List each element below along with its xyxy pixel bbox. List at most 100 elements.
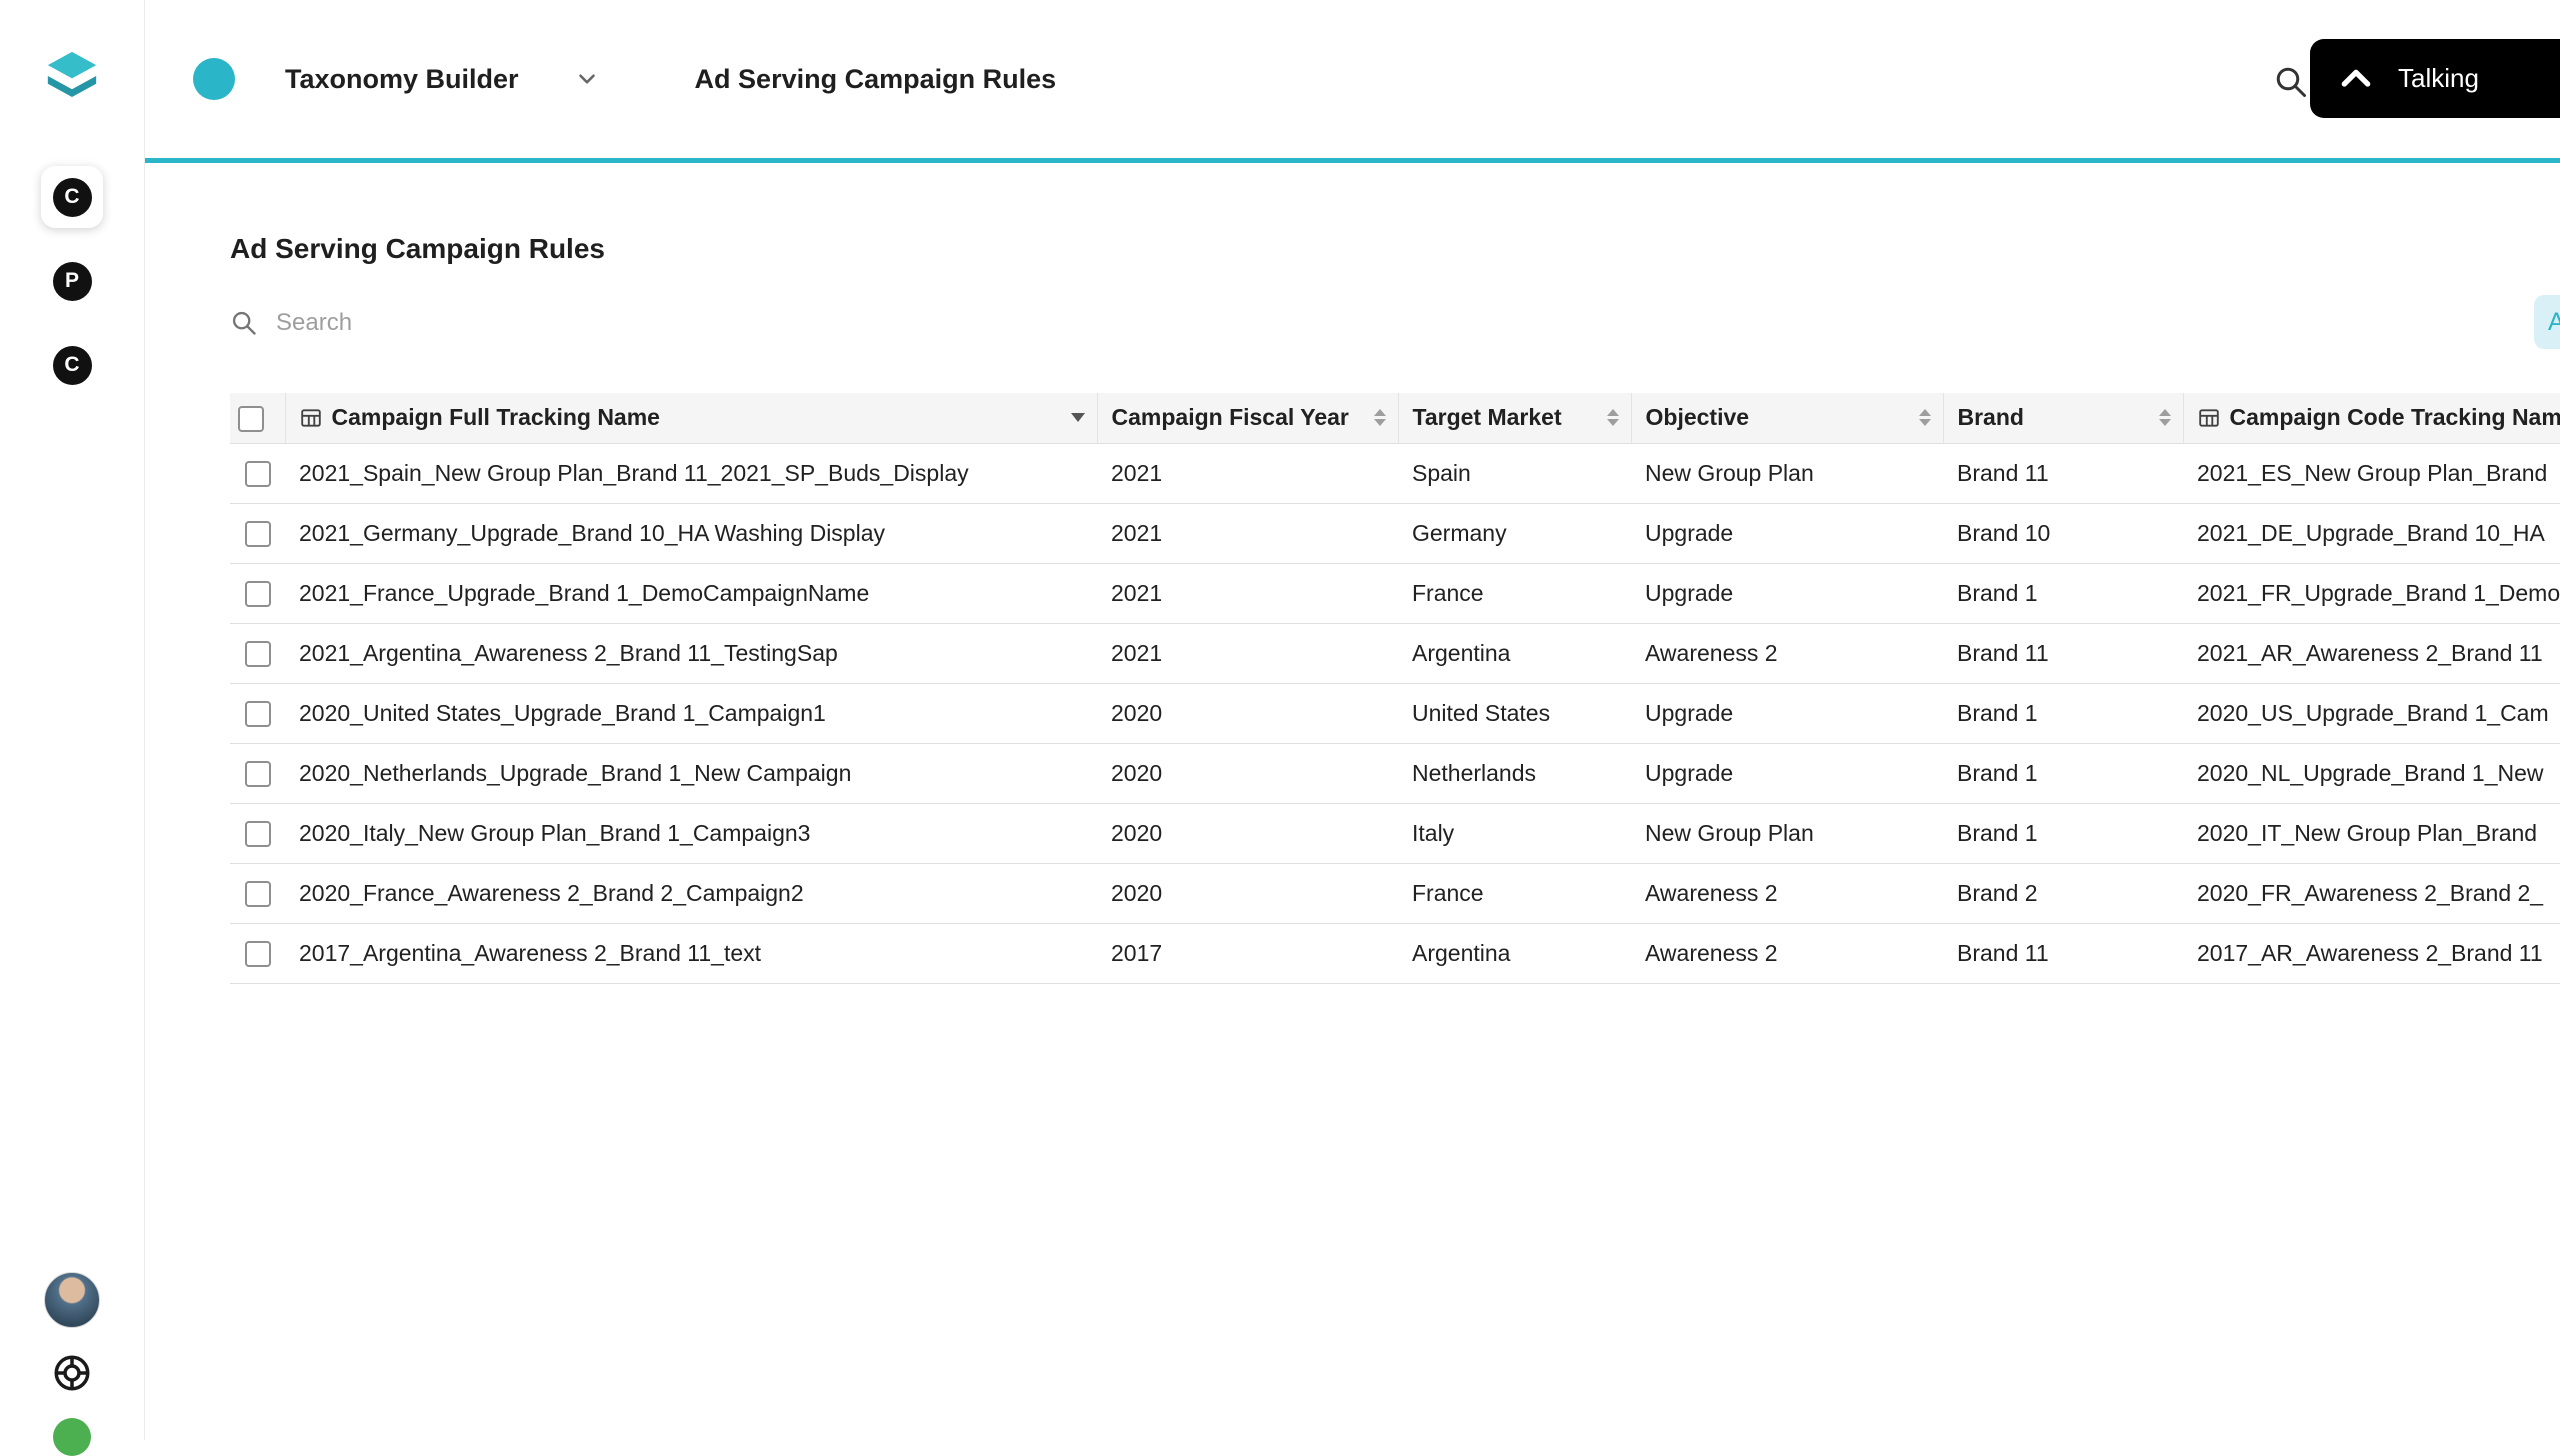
column-header-target-market[interactable]: Target Market bbox=[1398, 393, 1631, 443]
sort-icon[interactable] bbox=[2159, 409, 2171, 426]
row-checkbox[interactable] bbox=[245, 581, 271, 607]
search-input[interactable] bbox=[276, 309, 696, 337]
row-checkbox-cell bbox=[230, 803, 285, 863]
table-icon bbox=[2198, 407, 2220, 429]
row-checkbox-cell bbox=[230, 923, 285, 983]
sidebar-nav: C P C bbox=[41, 166, 103, 396]
chevron-down-icon[interactable] bbox=[574, 66, 600, 92]
cell-campaign-full-tracking-name: 2017_Argentina_Awareness 2_Brand 11_text bbox=[285, 923, 1097, 983]
cell-campaign-code-tracking-name: 2020_IT_New Group Plan_Brand bbox=[2183, 803, 2560, 863]
column-header-objective[interactable]: Objective bbox=[1631, 393, 1943, 443]
talking-button[interactable]: Talking bbox=[2310, 39, 2560, 118]
column-header-brand[interactable]: Brand bbox=[1943, 393, 2183, 443]
sort-desc-icon[interactable] bbox=[1071, 413, 1085, 422]
row-checkbox[interactable] bbox=[245, 761, 271, 787]
cell-campaign-full-tracking-name: 2021_Spain_New Group Plan_Brand 11_2021_… bbox=[285, 443, 1097, 503]
user-avatar[interactable] bbox=[44, 1272, 100, 1328]
sort-icon[interactable] bbox=[1607, 409, 1619, 426]
cell-brand: Brand 10 bbox=[1943, 503, 2183, 563]
cell-campaign-code-tracking-name: 2021_ES_New Group Plan_Brand bbox=[2183, 443, 2560, 503]
status-indicator[interactable] bbox=[53, 1418, 91, 1456]
cell-target-market: France bbox=[1398, 563, 1631, 623]
cell-campaign-full-tracking-name: 2021_France_Upgrade_Brand 1_DemoCampaign… bbox=[285, 563, 1097, 623]
row-checkbox-cell bbox=[230, 443, 285, 503]
cell-campaign-full-tracking-name: 2021_Germany_Upgrade_Brand 10_HA Washing… bbox=[285, 503, 1097, 563]
content: Ad Serving Campaign Rules Add bbox=[145, 163, 2560, 984]
cell-campaign-code-tracking-name: 2021_DE_Upgrade_Brand 10_HA bbox=[2183, 503, 2560, 563]
sidebar-item-campaign-rules[interactable]: C bbox=[41, 166, 103, 228]
search-icon[interactable] bbox=[230, 309, 258, 337]
row-checkbox[interactable] bbox=[245, 701, 271, 727]
table-body: 2021_Spain_New Group Plan_Brand 11_2021_… bbox=[230, 443, 2560, 983]
sidebar-item-p[interactable]: P bbox=[41, 250, 103, 312]
table-row[interactable]: 2021_Argentina_Awareness 2_Brand 11_Test… bbox=[230, 623, 2560, 683]
cell-objective: New Group Plan bbox=[1631, 803, 1943, 863]
cell-target-market: Argentina bbox=[1398, 923, 1631, 983]
cell-brand: Brand 11 bbox=[1943, 623, 2183, 683]
cell-objective: Upgrade bbox=[1631, 503, 1943, 563]
column-label: Objective bbox=[1646, 404, 1750, 431]
cell-campaign-code-tracking-name: 2020_FR_Awareness 2_Brand 2_ bbox=[2183, 863, 2560, 923]
table-row[interactable]: 2021_Spain_New Group Plan_Brand 11_2021_… bbox=[230, 443, 2560, 503]
sidebar-bottom bbox=[44, 1272, 100, 1456]
top-header: Taxonomy Builder Ad Serving Campaign Rul… bbox=[145, 0, 2560, 163]
cell-objective: Awareness 2 bbox=[1631, 623, 1943, 683]
layers-logo-icon bbox=[43, 47, 101, 110]
row-checkbox-cell bbox=[230, 863, 285, 923]
column-header-campaign-full-tracking-name[interactable]: Campaign Full Tracking Name bbox=[285, 393, 1097, 443]
table-row[interactable]: 2021_France_Upgrade_Brand 1_DemoCampaign… bbox=[230, 563, 2560, 623]
add-button[interactable]: Add bbox=[2534, 295, 2560, 349]
row-checkbox[interactable] bbox=[245, 821, 271, 847]
cell-objective: Upgrade bbox=[1631, 743, 1943, 803]
row-checkbox[interactable] bbox=[245, 881, 271, 907]
column-header-campaign-code-tracking-name[interactable]: Campaign Code Tracking Name bbox=[2183, 393, 2560, 443]
table-row[interactable]: 2020_United States_Upgrade_Brand 1_Campa… bbox=[230, 683, 2560, 743]
table-header-row: Campaign Full Tracking Name Campaign Fis… bbox=[230, 393, 2560, 443]
table-row[interactable]: 2020_France_Awareness 2_Brand 2_Campaign… bbox=[230, 863, 2560, 923]
table-row[interactable]: 2021_Germany_Upgrade_Brand 10_HA Washing… bbox=[230, 503, 2560, 563]
cell-objective: Awareness 2 bbox=[1631, 863, 1943, 923]
table-search-row: Add bbox=[230, 301, 2560, 345]
row-checkbox-cell bbox=[230, 683, 285, 743]
cell-target-market: Argentina bbox=[1398, 623, 1631, 683]
row-checkbox-cell bbox=[230, 743, 285, 803]
p-circle-icon: P bbox=[53, 262, 92, 301]
content-title: Ad Serving Campaign Rules bbox=[230, 233, 2560, 265]
cell-campaign-code-tracking-name: 2021_AR_Awareness 2_Brand 11 bbox=[2183, 623, 2560, 683]
cell-campaign-fiscal-year: 2021 bbox=[1097, 503, 1398, 563]
sort-icon[interactable] bbox=[1919, 409, 1931, 426]
cell-objective: Upgrade bbox=[1631, 683, 1943, 743]
cell-campaign-fiscal-year: 2020 bbox=[1097, 743, 1398, 803]
sort-icon[interactable] bbox=[1374, 409, 1386, 426]
row-checkbox[interactable] bbox=[245, 641, 271, 667]
row-checkbox-cell bbox=[230, 623, 285, 683]
table-row[interactable]: 2020_Italy_New Group Plan_Brand 1_Campai… bbox=[230, 803, 2560, 863]
cell-brand: Brand 1 bbox=[1943, 803, 2183, 863]
support-icon[interactable] bbox=[51, 1352, 93, 1394]
cell-campaign-fiscal-year: 2021 bbox=[1097, 563, 1398, 623]
cell-objective: New Group Plan bbox=[1631, 443, 1943, 503]
row-checkbox[interactable] bbox=[245, 461, 271, 487]
search-icon[interactable] bbox=[2273, 64, 2309, 105]
column-label: Brand bbox=[1958, 404, 2024, 431]
app-logo[interactable] bbox=[43, 48, 101, 108]
table-icon bbox=[300, 407, 322, 429]
cell-target-market: United States bbox=[1398, 683, 1631, 743]
cell-brand: Brand 1 bbox=[1943, 743, 2183, 803]
table-row[interactable]: 2017_Argentina_Awareness 2_Brand 11_text… bbox=[230, 923, 2560, 983]
row-checkbox-cell bbox=[230, 503, 285, 563]
cell-campaign-fiscal-year: 2020 bbox=[1097, 683, 1398, 743]
column-header-campaign-fiscal-year[interactable]: Campaign Fiscal Year bbox=[1097, 393, 1398, 443]
select-all-checkbox[interactable] bbox=[238, 406, 264, 432]
row-checkbox[interactable] bbox=[245, 521, 271, 547]
sidebar-item-c2[interactable]: C bbox=[41, 334, 103, 396]
main-area: Taxonomy Builder Ad Serving Campaign Rul… bbox=[145, 0, 2560, 1440]
chevron-up-icon bbox=[2336, 59, 2376, 99]
app-title: Taxonomy Builder bbox=[285, 64, 519, 95]
cell-target-market: Italy bbox=[1398, 803, 1631, 863]
table-row[interactable]: 2020_Netherlands_Upgrade_Brand 1_New Cam… bbox=[230, 743, 2560, 803]
workspace-dot-icon bbox=[193, 58, 235, 100]
row-checkbox[interactable] bbox=[245, 941, 271, 967]
cell-campaign-fiscal-year: 2021 bbox=[1097, 623, 1398, 683]
c-circle-icon: C bbox=[53, 178, 92, 217]
